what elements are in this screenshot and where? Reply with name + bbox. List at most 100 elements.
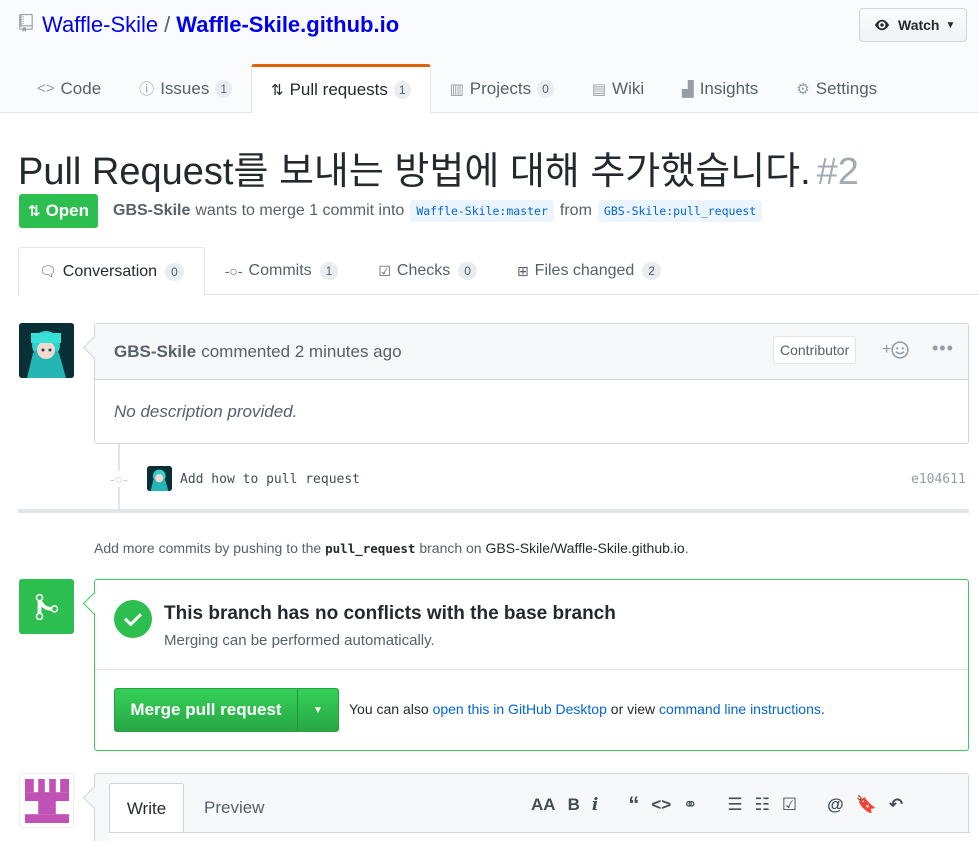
smiley-icon: [891, 341, 910, 359]
merge-subtext: Merging can be performed automatically.: [164, 632, 435, 649]
status-badge: ⇅ Open: [19, 194, 99, 228]
check-icon: [114, 600, 152, 638]
head-branch[interactable]: GBS-Skile:pull_request: [597, 200, 763, 222]
command-line-instructions-link[interactable]: command line instructions: [659, 701, 821, 717]
comment-body: No description provided.: [114, 402, 298, 421]
nav-issues-label: Issues: [160, 78, 210, 98]
gear-icon: ⚙: [796, 80, 810, 98]
commit-avatar[interactable]: [147, 466, 172, 491]
bookmark-icon[interactable]: 🔖: [856, 795, 877, 815]
italic-icon[interactable]: i: [592, 795, 598, 815]
kebab-horizontal-icon[interactable]: •••: [932, 338, 954, 359]
comment-timestamp[interactable]: commented 2 minutes ago: [201, 342, 401, 362]
repo-title: Waffle-Skile / Waffle-Skile.github.io: [42, 12, 399, 38]
nav-pull-requests[interactable]: ⇅ Pull requests 1: [251, 64, 431, 114]
base-branch[interactable]: Waffle-Skile:master: [410, 200, 554, 222]
merge-pull-request-button[interactable]: Merge pull request ▼: [114, 688, 339, 732]
nav-pulls-label: Pull requests: [289, 80, 388, 99]
nav-code[interactable]: <> Code: [18, 64, 120, 113]
pr-description-comment: GBS-Skile commented 2 minutes ago Contri…: [94, 323, 969, 444]
merge-actions: Merge pull request ▼ You can also open t…: [95, 670, 968, 750]
push-note-prefix: Add more commits by pushing to the: [94, 540, 322, 556]
tab-commits-counter: 1: [319, 262, 339, 280]
merge-button-label[interactable]: Merge pull request: [115, 689, 298, 731]
code-icon[interactable]: <>: [651, 795, 671, 815]
link-icon[interactable]: ⚭: [683, 795, 697, 815]
nav-wiki-label: Wiki: [612, 78, 645, 98]
chevron-down-icon[interactable]: ▼: [298, 689, 338, 731]
nav-projects-label: Projects: [469, 78, 532, 98]
merge-heading: This branch has no conflicts with the ba…: [164, 603, 616, 624]
commit-sha-link[interactable]: e104611: [911, 472, 966, 487]
quote-icon[interactable]: “: [628, 792, 639, 818]
code-icon: <>: [37, 80, 55, 97]
push-note: Add more commits by pushing to the pull_…: [94, 540, 689, 556]
mention-icon[interactable]: @: [827, 795, 844, 815]
repo-name-link[interactable]: Waffle-Skile.github.io: [176, 12, 399, 37]
merge-box: This branch has no conflicts with the ba…: [94, 579, 969, 751]
new-comment-form: Write Preview AA B i “ <> ⚭ ☰ ☷ ☑ @ 🔖 ↶: [94, 773, 970, 841]
comment-textarea[interactable]: [109, 832, 970, 841]
file-diff-icon: ⊞: [516, 262, 529, 279]
pull-request-icon: ⇅: [271, 82, 284, 99]
reply-icon[interactable]: ↶: [889, 795, 903, 815]
tab-files-label: Files changed: [534, 262, 635, 279]
issue-icon: ⓘ: [139, 81, 155, 98]
nav-issues[interactable]: ⓘ Issues 1: [120, 64, 251, 113]
open-in-desktop-link[interactable]: open this in GitHub Desktop: [433, 701, 607, 717]
list-unordered-icon[interactable]: ☰: [727, 795, 742, 815]
comment-author-link[interactable]: GBS-Skile: [114, 342, 196, 362]
eye-icon: [875, 19, 889, 31]
current-user-avatar[interactable]: [19, 773, 74, 828]
commit-avatar-image: [147, 466, 172, 491]
nav-pulls-counter: 1: [393, 81, 411, 99]
tasklist-icon[interactable]: ☑: [782, 795, 797, 815]
chevron-down-icon: ▼: [945, 19, 956, 31]
watch-button[interactable]: Watch ▼: [859, 8, 967, 42]
checklist-icon: ☑: [378, 262, 391, 279]
watch-label: Watch: [898, 17, 940, 33]
pr-from-text: from: [559, 202, 592, 219]
author-avatar-image: [19, 323, 74, 378]
repo-icon: [19, 14, 33, 32]
tab-checks-label: Checks: [396, 262, 451, 279]
tab-commits[interactable]: -○- Commits 1: [205, 247, 359, 295]
tab-checks[interactable]: ☑ Checks 0: [358, 247, 497, 295]
repo-nav: <> Code ⓘ Issues 1 ⇅ Pull requests 1 ▥ P…: [18, 64, 896, 114]
nav-insights-label: Insights: [699, 78, 759, 98]
tab-conversation-counter: 0: [165, 262, 184, 281]
pr-meta: GBS-Skile wants to merge 1 commit into W…: [113, 200, 768, 222]
nav-insights[interactable]: ▟ Insights: [663, 64, 777, 113]
avatar[interactable]: [19, 323, 74, 378]
pr-author-link[interactable]: GBS-Skile: [113, 202, 190, 220]
tab-conversation[interactable]: 🗨 Conversation 0: [18, 247, 205, 296]
nav-wiki[interactable]: ▤ Wiki: [573, 64, 663, 113]
pr-meta-text: wants to merge 1 commit into: [195, 202, 405, 219]
tab-write[interactable]: Write: [109, 783, 184, 833]
nav-projects[interactable]: ▥ Projects 0: [431, 64, 573, 113]
tab-preview[interactable]: Preview: [204, 798, 264, 818]
repo-owner-link[interactable]: Waffle-Skile: [42, 12, 158, 37]
git-commit-icon: -○-: [110, 471, 128, 487]
tab-commits-label: Commits: [248, 262, 312, 279]
list-ordered-icon[interactable]: ☷: [755, 795, 770, 815]
page-title: Pull Request를 보내는 방법에 대해 추가했습니다. #2: [18, 140, 859, 195]
pr-title-text: Pull Request를 보내는 방법에 대해 추가했습니다.: [18, 151, 811, 193]
repo-separator: /: [164, 12, 171, 37]
nav-settings-label: Settings: [815, 78, 878, 98]
commit-icon: -○-: [224, 263, 243, 279]
text-size-icon[interactable]: AA: [531, 795, 556, 815]
pull-request-icon: ⇅: [28, 203, 41, 220]
merge-alt-prefix: You can also: [349, 701, 429, 717]
reaction-plus: +: [882, 341, 892, 358]
tab-files-changed[interactable]: ⊞ Files changed 2: [497, 247, 681, 295]
merge-status: This branch has no conflicts with the ba…: [95, 580, 968, 670]
tab-files-counter: 2: [642, 262, 661, 280]
bold-icon[interactable]: B: [568, 795, 580, 815]
nav-settings[interactable]: ⚙ Settings: [777, 64, 896, 113]
commit-message-link[interactable]: Add how to pull request: [180, 472, 360, 487]
identicon-image: [24, 778, 69, 823]
project-icon: ▥: [449, 80, 464, 98]
add-reaction-button[interactable]: +: [882, 341, 910, 359]
git-merge-icon: [35, 593, 58, 620]
